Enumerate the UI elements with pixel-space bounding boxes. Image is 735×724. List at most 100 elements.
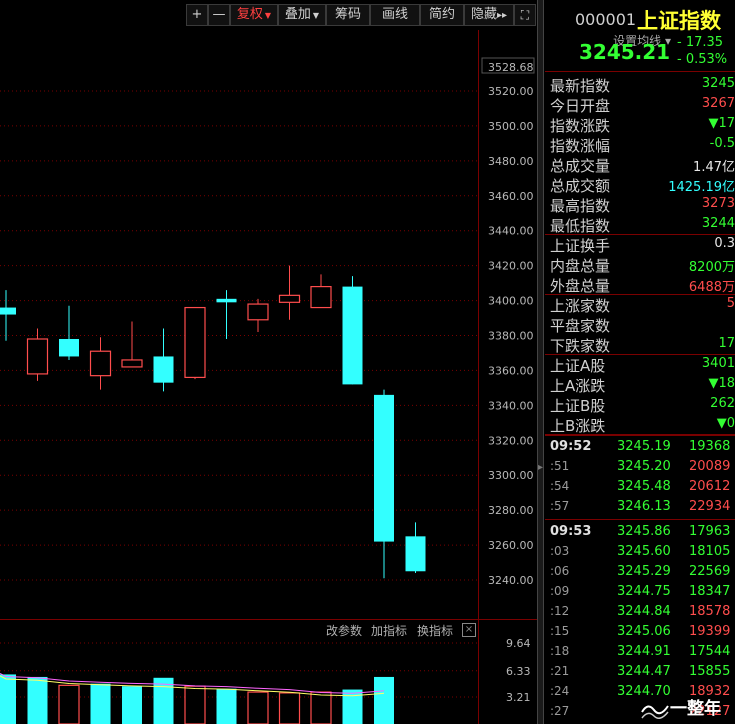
tick-price: 3244.47 [617,664,671,679]
volume-bar-down [27,676,48,724]
quote-value: -0.5 [709,136,735,151]
hide-label: 隐藏 [470,7,497,22]
quote-value: 6488万 [688,280,735,295]
quote-value: 262 [710,396,735,411]
y-tick-label: 3460.00 [488,190,534,203]
volume-bar-down [216,688,237,724]
tick-volume: 15855 [689,664,731,679]
candle-body-down [216,298,237,303]
volume-bar-down [122,686,142,724]
tick-price: 3245.29 [617,564,671,579]
fuquan-button[interactable]: 复权 ▼ [230,4,278,26]
quote-label: 指数涨幅 [550,137,611,155]
fullscreen-icon[interactable]: ⛶ [514,4,536,26]
hide-button[interactable]: 隐藏▸▸ [464,4,514,26]
draw-line-button[interactable]: 画线 [370,4,420,26]
overlay-label: 叠加 [284,7,311,22]
close-icon[interactable]: × [462,623,476,637]
zoom-in-button[interactable]: + [186,4,208,26]
edit-params-link[interactable]: 改参数 [326,622,362,639]
minute-divider [545,519,735,520]
chart-toolbar: + — 复权 ▼ 叠加 ▼ 筹码 画线 简约 隐藏▸▸ ⛶ [0,0,540,30]
quote-label: 内盘总量 [550,257,611,275]
tick-row: :21 3244.47 15855 [545,662,735,682]
tick-price: 3245.86 [617,524,671,539]
quote-value: 3245 [701,76,735,91]
quote-row: 最新指数 3245 [545,74,735,95]
quote-row: 内盘总量 8200万 [545,254,735,275]
tick-time: 09:52 [550,439,592,454]
quote-row: 最低指数 3244 [545,214,735,235]
price-change: - 17.35 [677,35,724,50]
zoom-out-button[interactable]: — [208,4,230,26]
stock-name[interactable]: 上证指数 [637,5,721,35]
tick-price: 3244.84 [617,604,671,619]
quote-label: 最低指数 [550,217,611,235]
candle-body-up [247,303,269,321]
tick-row: :57 3246.13 22934 [545,497,735,517]
quote-row: 总成交量 1.47亿 [545,154,735,175]
quote-row: 上A涨跌 ▼18 [545,374,735,395]
quote-label: 上证换手 [550,237,611,255]
quote-row: 上B涨跌 ▼0 [545,414,735,435]
watermark-text: 一整年 [670,699,721,719]
quote-label: 上A涨跌 [550,377,606,395]
y-tick-label: 3480.00 [488,155,534,168]
quote-label: 指数涨跌 [550,117,611,135]
quote-label: 上B涨跌 [550,417,606,435]
quote-value: 8200万 [688,260,735,275]
quote-row: 上证换手 0.3 [545,234,735,255]
tick-time: :06 [550,564,570,578]
tick-volume: 18347 [689,584,731,599]
tick-volume: 17963 [689,524,731,539]
candle-body-up [26,338,49,375]
quote-value: 1.47亿 [693,160,735,175]
tick-row: :09 3244.75 18347 [545,582,735,602]
tick-price: 3245.60 [617,544,671,559]
chips-button[interactable]: 筹码 [326,4,370,26]
quote-value: 17 [718,336,735,351]
quote-row: 上涨家数 5 [545,294,735,315]
tick-volume: 19399 [689,624,731,639]
tick-time: :09 [550,584,570,598]
switch-indicator-link[interactable]: 换指标 [417,622,453,639]
volume-bar-up [247,691,269,724]
collapse-arrow-icon[interactable]: ▸ [538,462,543,473]
tick-price: 3245.20 [617,459,671,474]
volume-tick-label: 9.64 [506,637,531,650]
tick-row: :12 3244.84 18578 [545,602,735,622]
tick-row: :06 3245.29 22569 [545,562,735,582]
quote-row: 指数涨跌 ▼17 [545,114,735,135]
candle-body-down [405,536,426,572]
tick-row: 09:53 3245.86 17963 [545,522,735,542]
quote-row: 今日开盘 3267 [545,94,735,115]
caret-down-icon: ▼ [312,11,320,20]
panel-splitter[interactable] [537,0,544,724]
y-tick-label: 3260.00 [488,539,534,552]
tick-volume: 20089 [689,459,731,474]
overlay-button[interactable]: 叠加 ▼ [278,4,326,26]
kline-chart[interactable]: 3528.68 3520.00 3500.00 3480.00 3460.00 3440.… [0,0,540,724]
candle-body-down [153,356,174,383]
y-tick-label: 3380.00 [488,330,534,343]
quote-value: 1425.19亿 [668,180,735,195]
candle-body-up [89,350,112,377]
simple-mode-button[interactable]: 简约 [420,4,464,26]
tick-volume: 22569 [689,564,731,579]
add-indicator-link[interactable]: 加指标 [371,622,407,639]
candle-body-up [278,294,301,303]
candle-body-down [59,338,79,357]
subchart-divider [0,619,540,620]
quote-label: 平盘家数 [550,317,611,335]
tick-row: :54 3245.48 20612 [545,477,735,497]
volume-bar-down [0,674,16,724]
quote-value: ▼17 [708,116,735,131]
volume-bar-down [90,683,111,724]
quote-row: 总成交额 1425.19亿 [545,174,735,195]
quote-label: 上证B股 [550,397,606,415]
y-tick-label: 3400.00 [488,295,534,308]
volume-bar-up [184,685,206,724]
quote-value: ▼18 [708,376,735,391]
kline-chart-area[interactable]: 3528.68 3520.00 3500.00 3480.00 3460.00 3440.… [0,0,540,724]
last-price: 3245.21 [579,40,671,64]
